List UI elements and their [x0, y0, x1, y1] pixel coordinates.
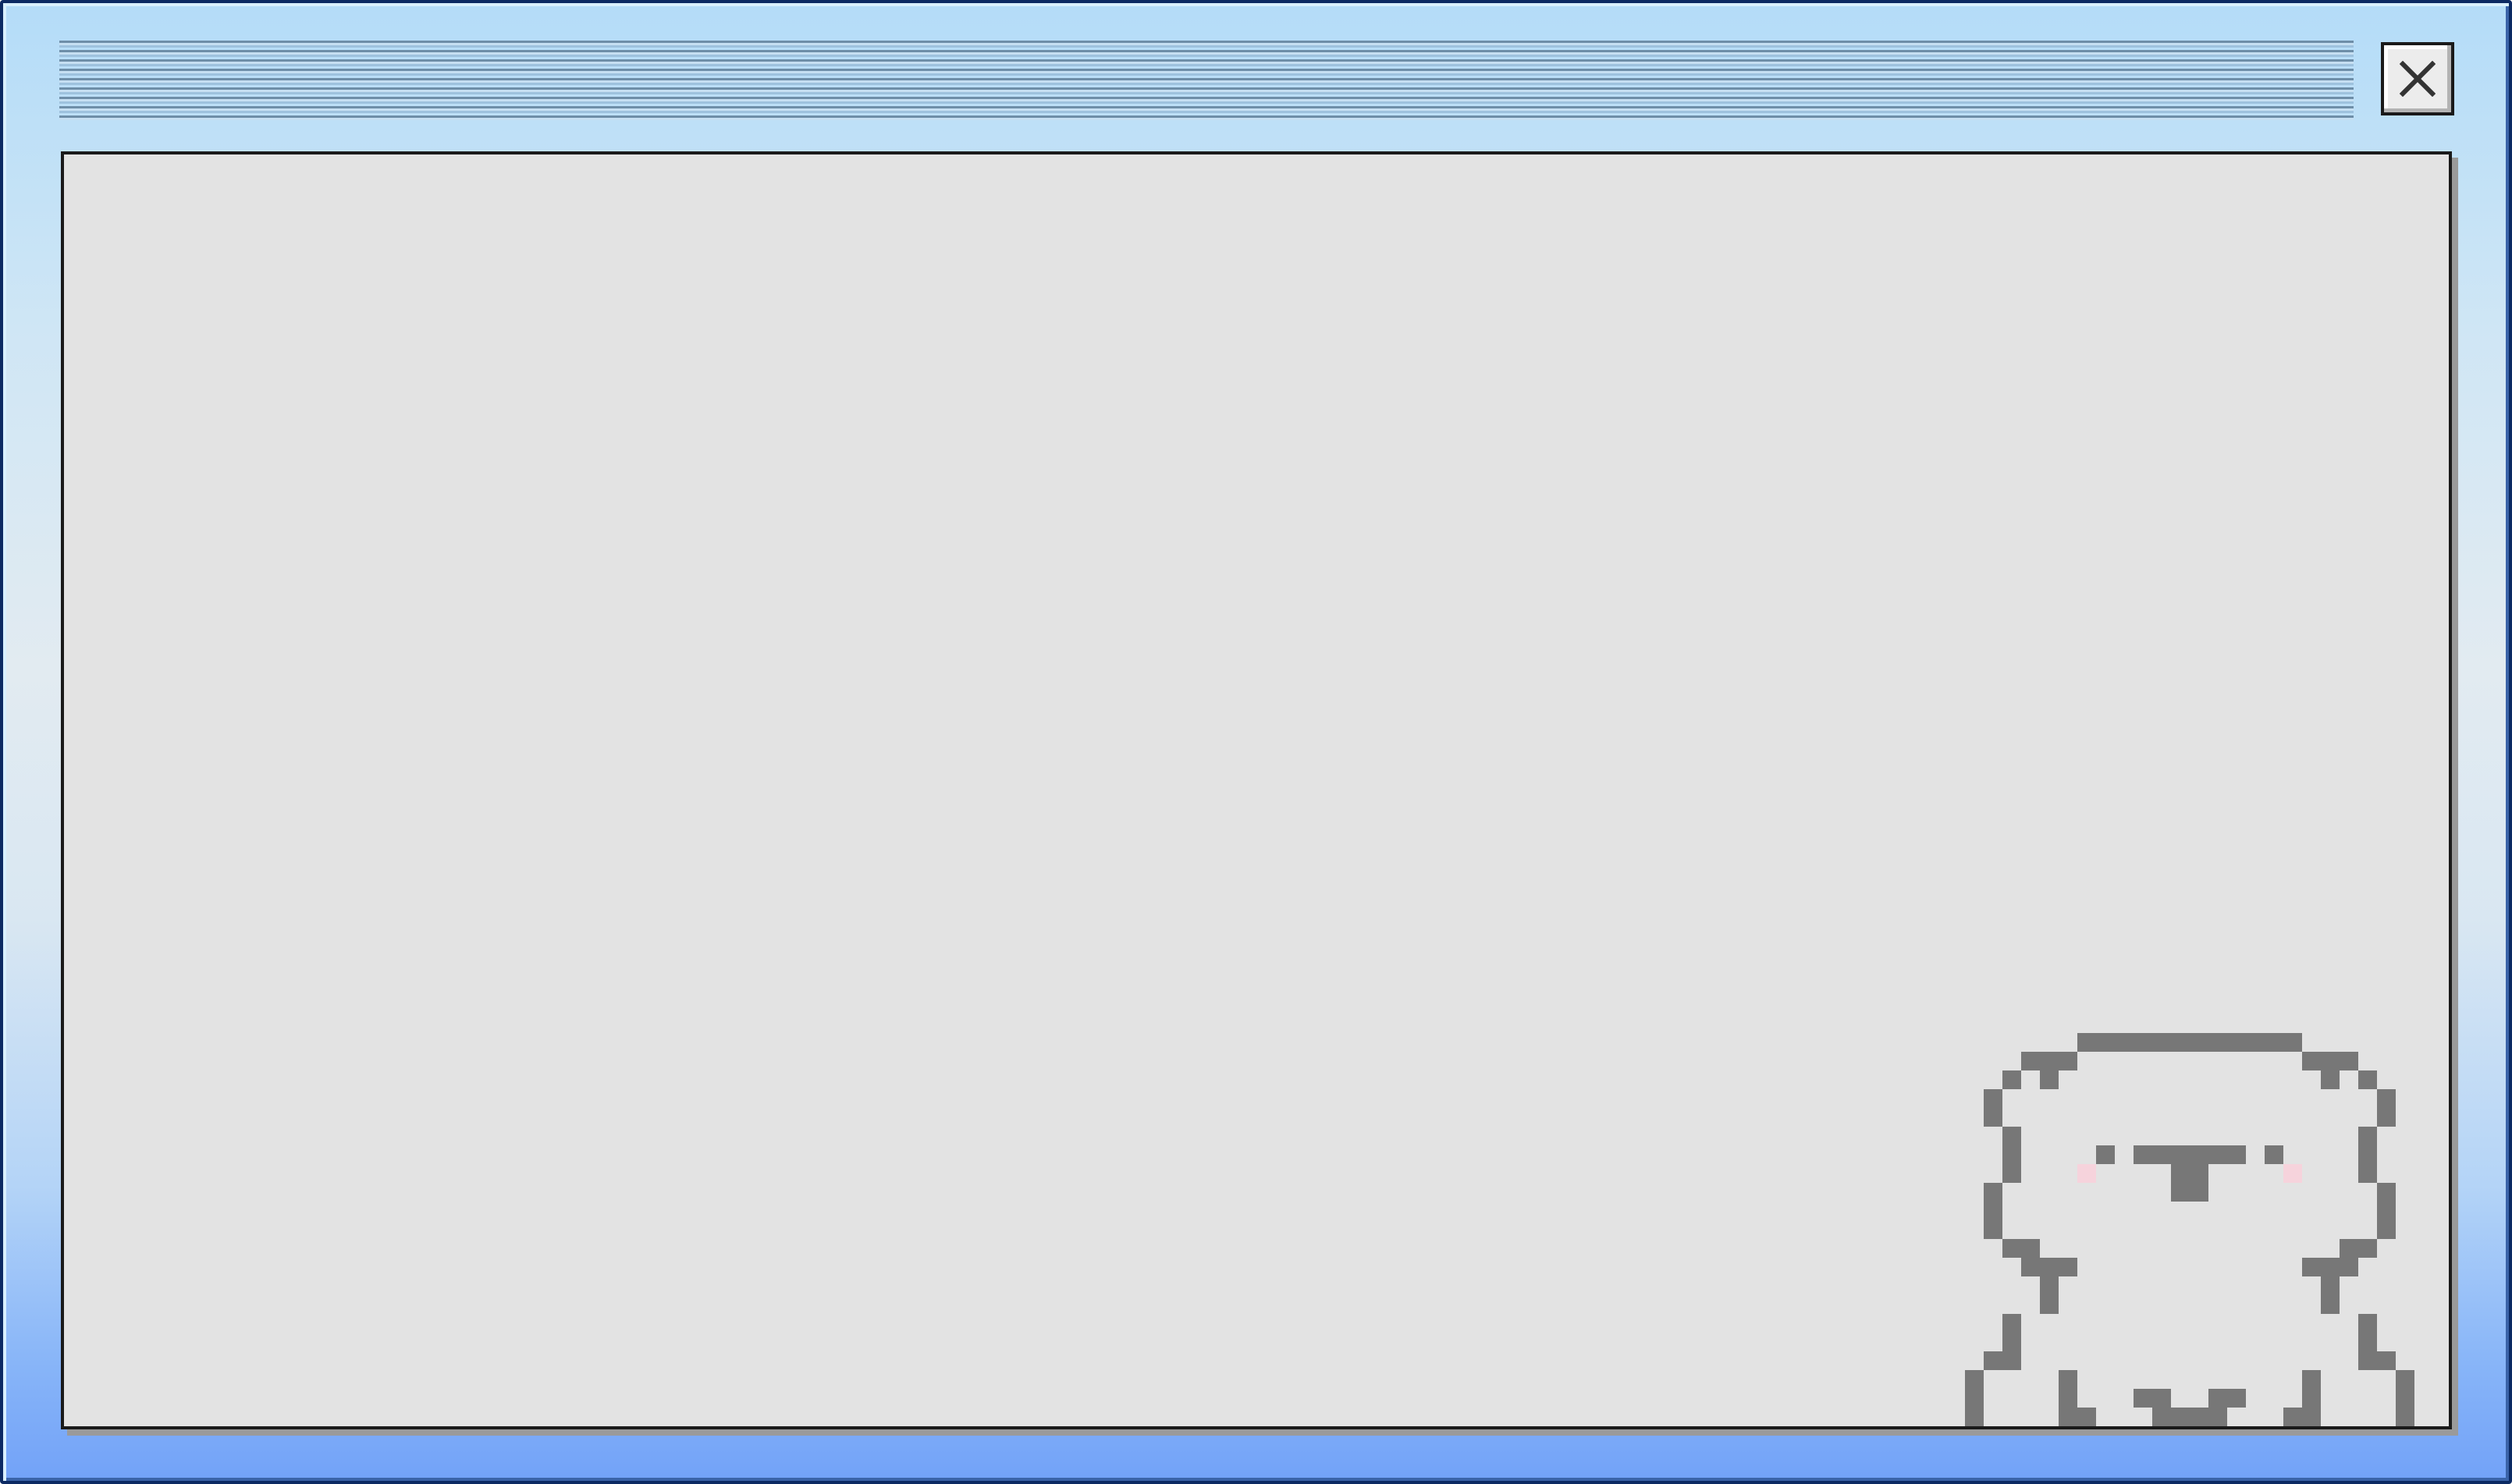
bear-outline [1965, 1033, 2414, 1426]
content-panel [61, 151, 2452, 1429]
pixel-bear-icon [1965, 1033, 2414, 1426]
close-button[interactable] [2381, 42, 2454, 115]
close-icon [2400, 61, 2436, 97]
app-window [0, 0, 2512, 1484]
title-bar-drag-handle[interactable] [59, 41, 2354, 120]
